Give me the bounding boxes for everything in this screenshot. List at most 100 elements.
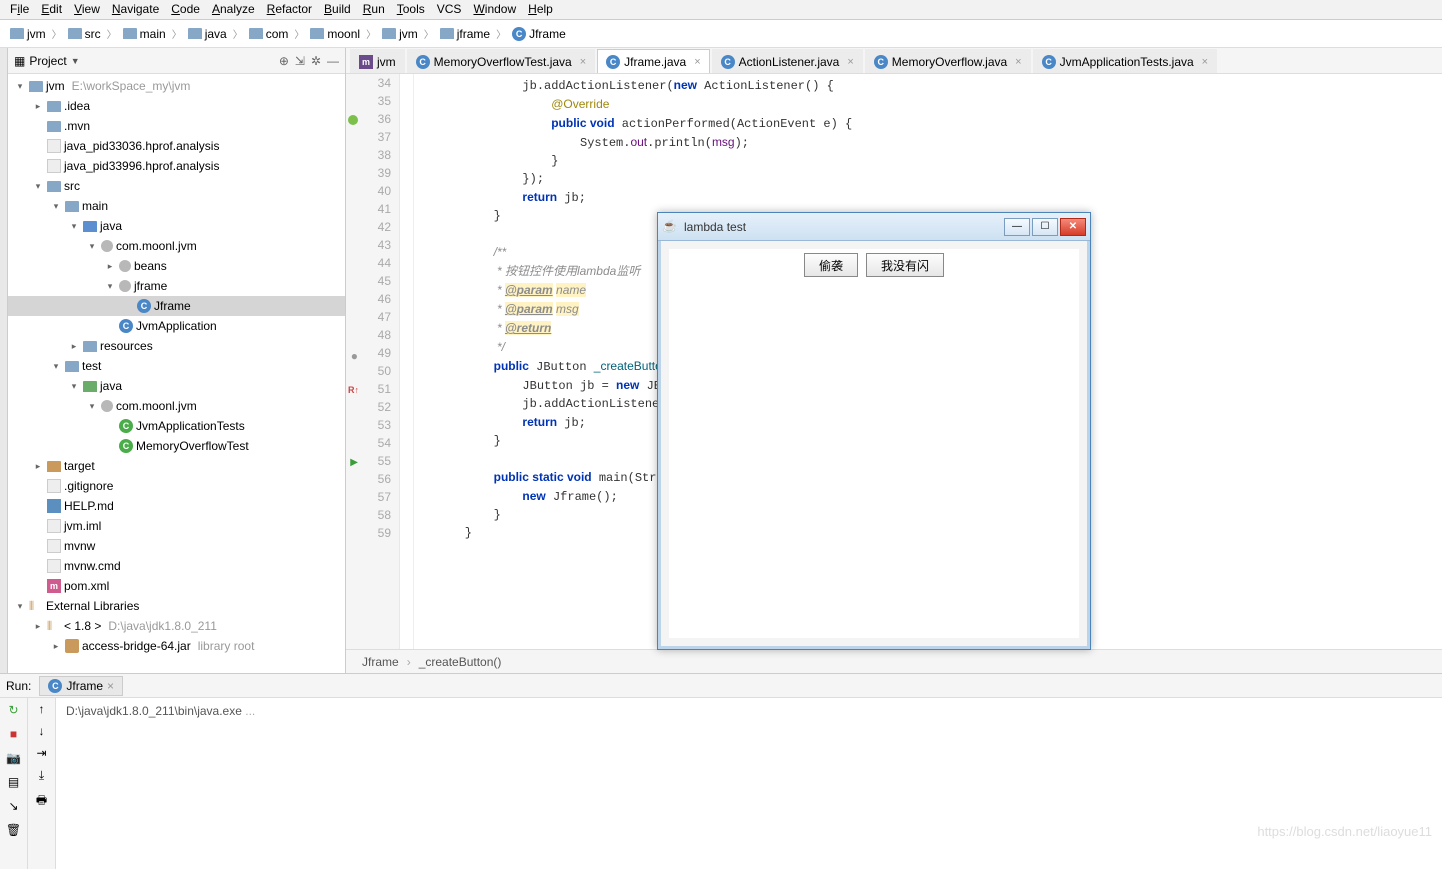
menu-file[interactable]: File [4,0,35,19]
tree-jvm[interactable]: ▾jvmE:\workSpace_my\jvm [8,76,345,96]
menu-code[interactable]: Code [165,0,206,19]
tree-java_pid33996-hprof-analysis[interactable]: ▸java_pid33996.hprof.analysis [8,156,345,176]
select-opened-file-icon[interactable]: ⊕ [279,54,289,68]
tree-JvmApplicationTests[interactable]: ▸CJvmApplicationTests [8,416,345,436]
swing-dialog[interactable]: ☕ lambda test — ☐ ✕ 偷袭 我没有闪 [657,212,1091,650]
menu-analyze[interactable]: Analyze [206,0,261,19]
gutter-mark-icon[interactable]: ● [348,349,358,359]
print-icon[interactable]: 🖶 [36,791,47,812]
tab-JvmApplicationTests-java[interactable]: CJvmApplicationTests.java× [1033,49,1218,73]
tree-arrow-icon[interactable]: ▸ [104,261,116,272]
tab-ActionListener-java[interactable]: CActionListener.java× [712,49,863,73]
tree-arrow-icon[interactable]: ▾ [86,401,98,412]
swing-button-1[interactable]: 偷袭 [804,253,858,277]
tree-arrow-icon[interactable]: ▸ [32,621,44,632]
chevron-down-icon[interactable]: ▼ [71,56,80,66]
trash-icon[interactable]: 🗑 [6,822,22,838]
close-icon[interactable]: × [1015,56,1021,68]
menu-help[interactable]: Help [522,0,559,19]
close-icon[interactable]: × [107,679,114,693]
breadcrumb-jvm[interactable]: jvm [378,27,422,41]
pin-icon[interactable]: ↘ [6,798,22,814]
tree-test[interactable]: ▾test [8,356,345,376]
tree-jframe[interactable]: ▾jframe [8,276,345,296]
tree-mvnw-cmd[interactable]: ▸mvnw.cmd [8,556,345,576]
project-tree[interactable]: ▾jvmE:\workSpace_my\jvm▸.idea▸.mvn▸java_… [8,74,345,673]
swing-button-2[interactable]: 我没有闪 [866,253,944,277]
layout-icon[interactable]: ▤ [6,774,22,790]
gutter-mark-icon[interactable]: ▶ [348,457,358,467]
crumb-class[interactable]: Jframe [362,655,399,669]
dump-icon[interactable]: 📷 [6,750,22,766]
settings-icon[interactable]: ✲ [311,54,321,68]
gutter-mark-icon[interactable] [348,115,358,125]
run-config-tab[interactable]: C Jframe × [39,676,123,696]
tree-src[interactable]: ▾src [8,176,345,196]
gutter-mark-icon[interactable]: R↑ [348,385,358,395]
project-title[interactable]: Project [29,54,66,68]
minimize-button[interactable]: — [1004,218,1030,236]
tab-MemoryOverflowTest-java[interactable]: CMemoryOverflowTest.java× [407,49,595,73]
close-icon[interactable]: × [694,56,700,68]
tree-HELP-md[interactable]: ▸HELP.md [8,496,345,516]
menu-navigate[interactable]: Navigate [106,0,165,19]
down-icon[interactable]: ↓ [39,724,45,738]
tree-arrow-icon[interactable]: ▾ [50,201,62,212]
tab-jvm[interactable]: mjvm [350,49,405,73]
tree-com-moonl-jvm[interactable]: ▾com.moonl.jvm [8,236,345,256]
menu-vcs[interactable]: VCS [431,0,468,19]
tab-MemoryOverflow-java[interactable]: CMemoryOverflow.java× [865,49,1031,73]
swing-titlebar[interactable]: ☕ lambda test — ☐ ✕ [658,213,1090,241]
wrap-icon[interactable]: ⇥ [36,746,46,760]
hide-icon[interactable]: — [327,54,339,68]
menu-build[interactable]: Build [318,0,357,19]
maximize-button[interactable]: ☐ [1032,218,1058,236]
tree-java[interactable]: ▾java [8,216,345,236]
collapse-all-icon[interactable]: ⇲ [295,54,305,68]
breadcrumb-main[interactable]: main [119,27,170,41]
tree-beans[interactable]: ▸beans [8,256,345,276]
tree-java_pid33036-hprof-analysis[interactable]: ▸java_pid33036.hprof.analysis [8,136,345,156]
tree-arrow-icon[interactable]: ▾ [14,601,26,612]
menu-edit[interactable]: Edit [35,0,68,19]
tree-arrow-icon[interactable]: ▾ [68,221,80,232]
tree-main[interactable]: ▾main [8,196,345,216]
close-button[interactable]: ✕ [1060,218,1086,236]
menu-refactor[interactable]: Refactor [261,0,318,19]
breadcrumb-jvm[interactable]: jvm [6,27,50,41]
tree-pom-xml[interactable]: ▸mpom.xml [8,576,345,596]
tree--1-8-[interactable]: ▸⫴< 1.8 >D:\java\jdk1.8.0_211 [8,616,345,636]
tree-arrow-icon[interactable]: ▸ [68,341,80,352]
tab-Jframe-java[interactable]: CJframe.java× [597,49,709,73]
tree-arrow-icon[interactable]: ▾ [14,81,26,92]
scroll-icon[interactable]: ⤓ [39,768,44,783]
tree-mvnw[interactable]: ▸mvnw [8,536,345,556]
menu-window[interactable]: Window [467,0,522,19]
tree-arrow-icon[interactable]: ▾ [86,241,98,252]
menu-tools[interactable]: Tools [391,0,431,19]
tree-arrow-icon[interactable]: ▸ [32,101,44,112]
tree-arrow-icon[interactable]: ▾ [68,381,80,392]
tree-resources[interactable]: ▸resources [8,336,345,356]
breadcrumb-jframe[interactable]: jframe [436,27,494,41]
tree--mvn[interactable]: ▸.mvn [8,116,345,136]
menu-run[interactable]: Run [357,0,391,19]
close-icon[interactable]: × [580,56,586,68]
tree-arrow-icon[interactable]: ▸ [32,461,44,472]
breadcrumb-moonl[interactable]: moonl [306,27,364,41]
breadcrumb-com[interactable]: com [245,27,293,41]
up-icon[interactable]: ↑ [39,702,45,716]
stop-icon[interactable]: ■ [6,726,22,742]
console-output[interactable]: D:\java\jdk1.8.0_211\bin\java.exe ... [56,698,1442,869]
tree-arrow-icon[interactable]: ▾ [104,281,116,292]
menu-view[interactable]: View [68,0,106,19]
tree-External-Libraries[interactable]: ▾⫴External Libraries [8,596,345,616]
tree-target[interactable]: ▸target [8,456,345,476]
breadcrumb-src[interactable]: src [64,27,105,41]
breadcrumb-Jframe[interactable]: CJframe [508,27,570,41]
close-icon[interactable]: × [1202,56,1208,68]
tree-MemoryOverflowTest[interactable]: ▸CMemoryOverflowTest [8,436,345,456]
tree-java[interactable]: ▾java [8,376,345,396]
close-icon[interactable]: × [847,56,853,68]
tree-jvm-iml[interactable]: ▸jvm.iml [8,516,345,536]
